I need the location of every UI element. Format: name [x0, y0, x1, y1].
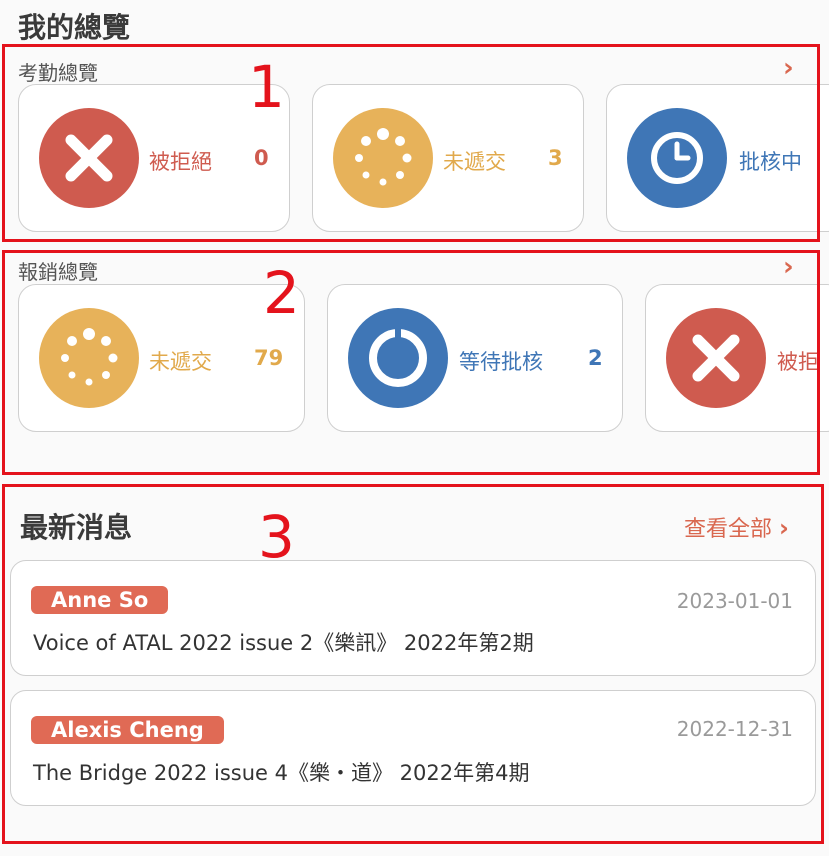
annotation-box-2 [2, 250, 820, 475]
annotation-box-1 [2, 44, 820, 242]
annotation-number-1: 1 [248, 53, 285, 121]
page-title: 我的總覽 [18, 11, 131, 44]
annotation-number-2: 2 [263, 259, 300, 327]
annotation-number-3: 3 [258, 503, 295, 571]
annotation-box-3 [2, 484, 824, 844]
